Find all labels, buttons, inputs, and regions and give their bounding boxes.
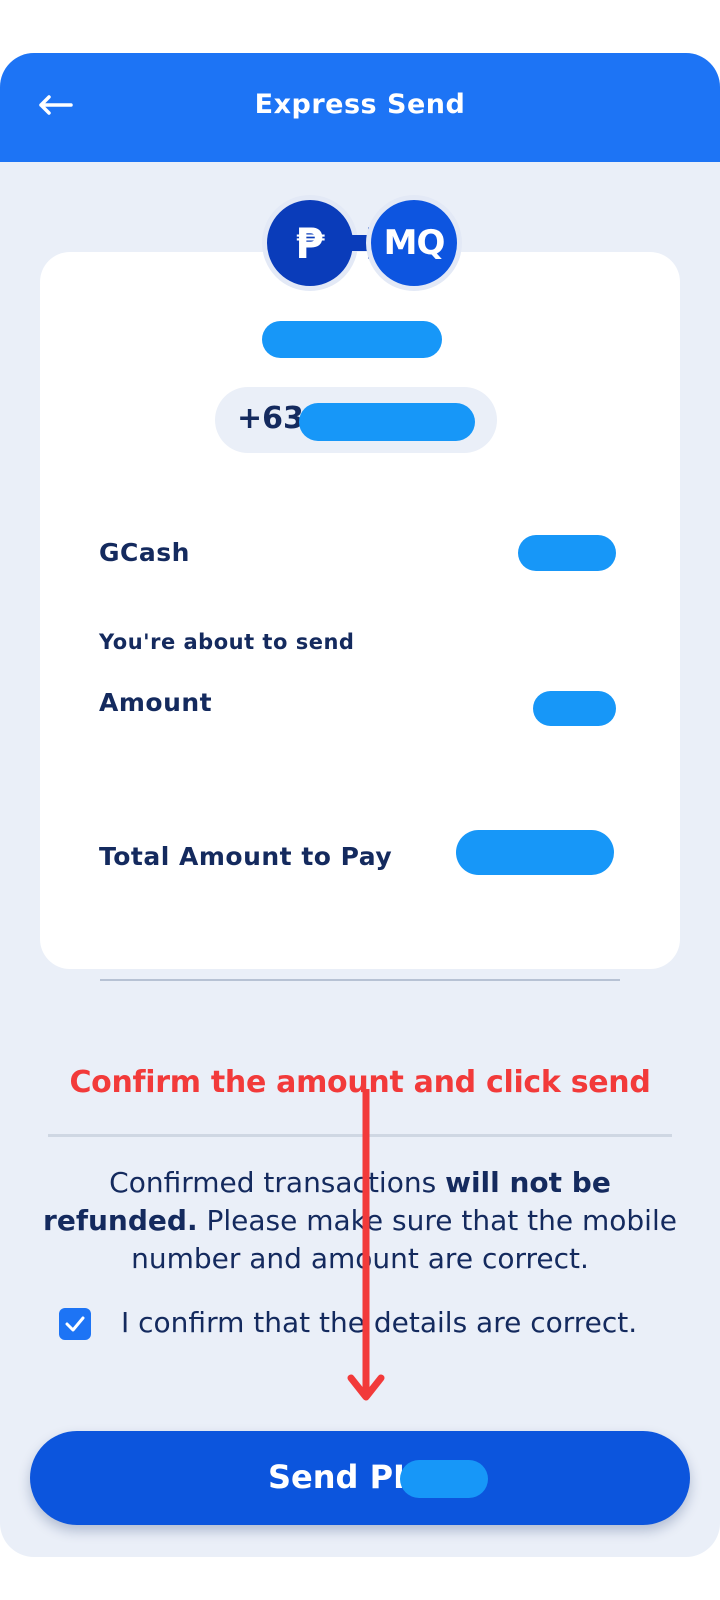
wallet-label: GCash: [99, 538, 190, 567]
transaction-details-card: +63 GCash You're about to send Amount To…: [40, 252, 680, 981]
recipient-phone: +63: [215, 387, 497, 453]
notice-text-end: Please make sure that the mobile number …: [131, 1204, 677, 1275]
mq-logo: MQ: [366, 195, 462, 291]
refund-notice: Confirmed transactions will not be refun…: [40, 1164, 680, 1278]
section-divider: [48, 1134, 672, 1137]
total-label: Total Amount to Pay: [99, 842, 393, 871]
phone-prefix: +63: [237, 401, 304, 436]
amount-value-redacted: [533, 691, 616, 726]
checkmark-icon: [65, 1316, 85, 1332]
amount-label: Amount: [99, 688, 213, 717]
instruction-annotation: Confirm the amount and click send: [69, 1065, 651, 1100]
mq-text: MQ: [383, 223, 446, 263]
total-value-redacted: [456, 830, 614, 875]
phone-number-redacted: [299, 403, 475, 441]
send-button[interactable]: Send PHP: [30, 1431, 690, 1525]
confirm-label[interactable]: I confirm that the details are correct.: [121, 1306, 637, 1339]
details-divider: [100, 979, 620, 981]
sending-caption: You're about to send: [99, 630, 355, 654]
recipient-name-redacted: [262, 321, 442, 358]
app-header: Express Send: [0, 53, 720, 162]
express-send-screen: Express Send +63 GCash You're about to s…: [0, 53, 720, 1557]
peso-symbol: ₱: [295, 218, 325, 268]
page-title: Express Send: [254, 89, 466, 120]
notice-text-start: Confirmed transactions: [109, 1166, 446, 1199]
transfer-logos: ₱ MQ: [262, 195, 462, 295]
wallet-value-redacted: [518, 535, 616, 571]
send-amount-redacted: [400, 1460, 488, 1498]
confirm-checkbox[interactable]: [59, 1308, 91, 1340]
